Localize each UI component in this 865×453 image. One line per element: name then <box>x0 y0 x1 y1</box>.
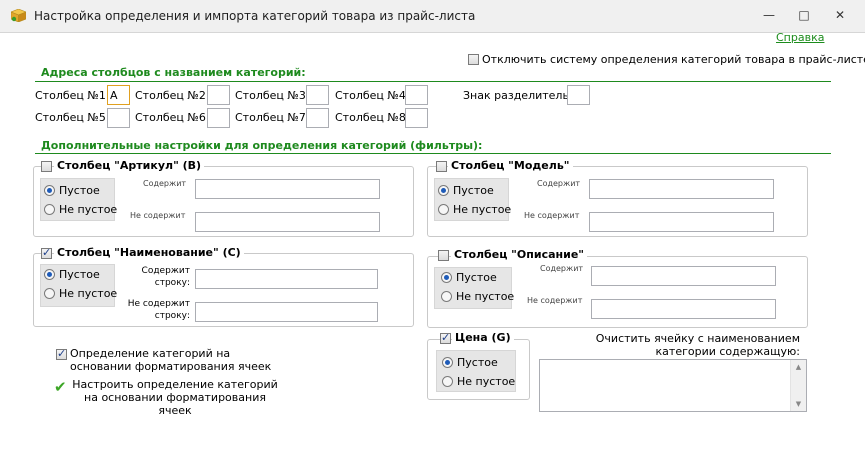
columns-section-divider <box>35 81 831 82</box>
minimize-button[interactable]: — <box>755 5 783 25</box>
price-empty-label: Пустое <box>457 356 498 369</box>
article-not-contains-input[interactable] <box>195 212 380 232</box>
description-empty-radio[interactable] <box>441 272 452 283</box>
model-contains-input[interactable] <box>589 179 774 199</box>
model-filter-title: Столбец "Модель" <box>448 159 573 172</box>
article-empty-radio[interactable] <box>44 185 55 196</box>
column-2-input[interactable] <box>207 85 230 105</box>
article-not-empty-radio[interactable] <box>44 204 55 215</box>
article-not-contains-label: Не содержит <box>130 211 186 220</box>
price-not-empty-label: Не пустое <box>457 375 516 388</box>
description-not-empty-label: Не пустое <box>456 290 515 303</box>
name-not-empty-radio[interactable] <box>44 288 55 299</box>
description-contains-label: Содержит <box>540 264 584 273</box>
column-7-input[interactable] <box>306 108 329 128</box>
description-contains-input[interactable] <box>591 266 776 286</box>
scroll-up-icon[interactable]: ▲ <box>791 360 806 374</box>
name-filter-checkbox[interactable] <box>41 246 52 259</box>
name-not-contains-input[interactable] <box>195 302 378 322</box>
name-contains-input[interactable] <box>195 269 378 289</box>
title-bar: Настройка определения и импорта категори… <box>0 0 865 33</box>
column-3-input[interactable] <box>306 85 329 105</box>
column-6-label: Столбец №6: <box>135 111 210 124</box>
disable-system-label: Отключить систему определения категорий … <box>482 53 865 66</box>
article-empty-label: Пустое <box>59 184 100 197</box>
description-empty-label: Пустое <box>456 271 497 284</box>
column-4-input[interactable] <box>405 85 428 105</box>
column-3-label: Столбец №3: <box>235 89 310 102</box>
column-2-label: Столбец №2: <box>135 89 210 102</box>
column-8-input[interactable] <box>405 108 428 128</box>
model-not-empty-radio[interactable] <box>438 204 449 215</box>
filters-section-divider <box>35 153 831 154</box>
model-not-contains-label: Не содержит <box>524 211 580 220</box>
name-not-contains-label: Не содержит строку: <box>127 299 190 321</box>
price-filter-checkbox[interactable] <box>440 331 451 344</box>
column-4-label: Столбец №4: <box>335 89 410 102</box>
disable-system-checkbox[interactable] <box>468 54 479 65</box>
column-1-input[interactable] <box>107 85 130 105</box>
description-not-contains-input[interactable] <box>591 299 776 319</box>
description-not-contains-label: Не содержит <box>527 296 583 305</box>
article-not-empty-label: Не пустое <box>59 203 118 216</box>
price-empty-radio[interactable] <box>442 357 453 368</box>
article-contains-input[interactable] <box>195 179 380 199</box>
scroll-down-icon[interactable]: ▼ <box>791 397 806 411</box>
model-not-contains-input[interactable] <box>589 212 774 232</box>
model-filter-checkbox[interactable] <box>436 161 447 172</box>
price-filter-title: Цена (G) <box>452 331 514 344</box>
name-empty-label: Пустое <box>59 268 100 281</box>
description-not-empty-radio[interactable] <box>441 291 452 302</box>
box-app-icon <box>11 9 26 22</box>
column-5-input[interactable] <box>107 108 130 128</box>
price-not-empty-radio[interactable] <box>442 376 453 387</box>
maximize-button[interactable]: □ <box>790 5 818 25</box>
separator-input[interactable] <box>567 85 590 105</box>
name-not-empty-label: Не пустое <box>59 287 118 300</box>
clear-cell-scrollbar[interactable]: ▲ ▼ <box>790 360 806 411</box>
article-filter-title: Столбец "Артикул" (B) <box>54 159 205 172</box>
green-check-icon: ✔ <box>54 378 67 396</box>
configure-format-link[interactable]: Настроить определение категорий на основ… <box>70 378 280 417</box>
filters-section-title: Дополнительные настройки для определения… <box>41 139 483 152</box>
name-empty-radio[interactable] <box>44 269 55 280</box>
model-empty-label: Пустое <box>453 184 494 197</box>
model-empty-radio[interactable] <box>438 185 449 196</box>
article-contains-label: Содержит <box>143 179 187 188</box>
model-not-empty-label: Не пустое <box>453 203 512 216</box>
column-8-label: Столбец №8: <box>335 111 410 124</box>
columns-section-title: Адреса столбцов с названием категорий: <box>41 66 306 79</box>
help-link[interactable]: Справка <box>776 31 824 44</box>
article-filter-checkbox[interactable] <box>41 161 52 172</box>
separator-label: Знак разделитель: <box>463 89 573 102</box>
clear-cell-textarea[interactable]: ▲ ▼ <box>539 359 807 412</box>
format-detection-checkbox[interactable] <box>56 347 67 360</box>
window-title: Настройка определения и импорта категори… <box>34 9 476 23</box>
close-button[interactable]: ✕ <box>826 5 854 25</box>
model-contains-label: Содержит <box>537 179 581 188</box>
name-filter-title: Столбец "Наименование" (C) <box>54 246 244 259</box>
column-7-label: Столбец №7: <box>235 111 310 124</box>
format-detection-label: Определение категорий на основании форма… <box>70 347 272 373</box>
name-contains-label: Содержит строку: <box>141 266 190 288</box>
description-filter-title: Столбец "Описание" <box>451 248 588 261</box>
column-1-label: Столбец №1: <box>35 89 110 102</box>
description-filter-checkbox[interactable] <box>438 250 449 261</box>
column-6-input[interactable] <box>207 108 230 128</box>
column-5-label: Столбец №5: <box>35 111 110 124</box>
clear-cell-label: Очистить ячейку с наименованием категори… <box>595 332 800 358</box>
